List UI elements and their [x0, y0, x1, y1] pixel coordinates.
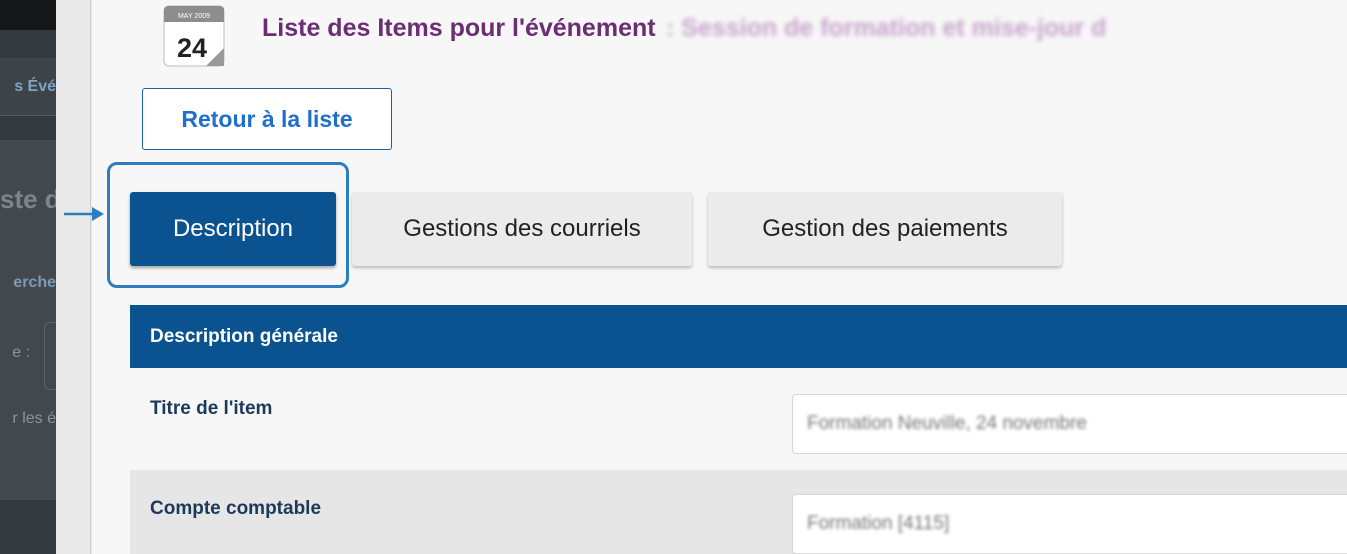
sidebar-overlay: s Évé ste d erche e : r les é — [0, 0, 92, 554]
calendar-month: MAY 2009 — [178, 13, 210, 20]
section-header: Description générale — [130, 305, 1347, 368]
back-to-list-button[interactable]: Retour à la liste — [142, 88, 392, 150]
sidebar-search-label: erche — [13, 274, 56, 291]
calendar-day: 24 — [177, 33, 207, 63]
accounting-account-value: Formation [4115] — [807, 513, 950, 534]
page-title: Liste des Items pour l'événement : Sessi… — [262, 14, 1106, 46]
item-title-value: Formation Neuville, 24 novembre — [807, 413, 1087, 434]
arrow-icon — [64, 207, 104, 221]
event-name: : Session de formation et mise-jour d — [666, 14, 1107, 42]
highlight-box — [107, 162, 349, 288]
form-row: Titre de l'item Formation Neuville, 24 n… — [130, 368, 1347, 470]
sidebar-heading: ste d — [0, 184, 56, 214]
sidebar-field-label: e : — [12, 344, 30, 361]
sidebar-gap — [56, 0, 92, 554]
accounting-account-select[interactable]: Formation [4115] — [792, 494, 1347, 554]
frame-divider — [90, 0, 91, 554]
tab-payment-management[interactable]: Gestion des paiements — [708, 192, 1062, 266]
sidebar-nav-item[interactable]: s Évé — [0, 58, 56, 116]
form-row: Compte comptable Formation [4115] — [130, 470, 1347, 554]
page-title-text: Liste des Items pour l'événement — [262, 14, 656, 42]
item-title-input[interactable]: Formation Neuville, 24 novembre — [792, 394, 1347, 454]
field-label: Compte comptable — [150, 498, 322, 519]
divider — [0, 115, 56, 116]
calendar-icon: MAY 2009 24 — [162, 0, 228, 70]
field-label: Titre de l'item — [150, 398, 273, 419]
sidebar-link[interactable]: r les é — [0, 410, 56, 428]
tab-email-management[interactable]: Gestions des courriels — [352, 192, 692, 266]
